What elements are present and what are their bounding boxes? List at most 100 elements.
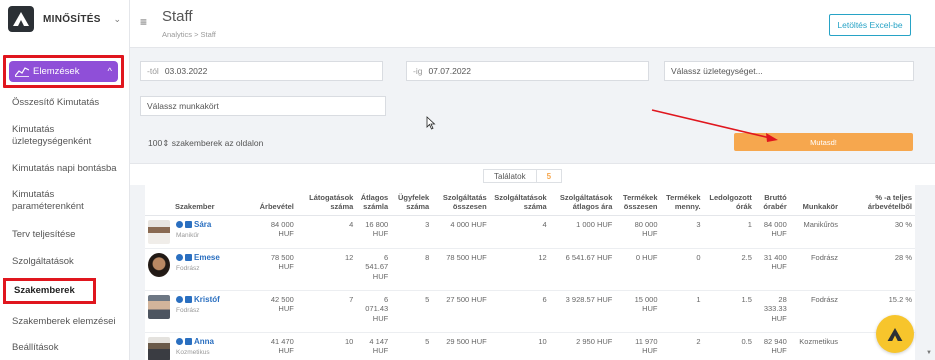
logo-icon: [887, 327, 903, 341]
sidebar-item-napi[interactable]: Kimutatás napi bontásba: [12, 163, 124, 175]
cell: 0 HUF: [615, 248, 661, 291]
cell: 4 000 HUF: [432, 215, 490, 249]
scroll-down-arrow[interactable]: ▼: [926, 350, 932, 356]
cell: 31 400 HUF: [754, 248, 790, 291]
unit-select[interactable]: Válassz üzletegységet...: [664, 61, 914, 81]
cell: 84 000 HUF: [754, 215, 790, 249]
main-content: ≡ Staff Analytics > Staff Letöltés Excel…: [130, 0, 935, 360]
stepper-icon: ⇕: [162, 138, 170, 148]
avatar: [148, 252, 170, 277]
info-icon[interactable]: [176, 295, 183, 303]
cell: 16 800 HUF: [356, 215, 392, 249]
sidebar-item-terv[interactable]: Terv teljesítése: [12, 229, 124, 241]
info-icon[interactable]: [176, 220, 183, 228]
table-row: Sára Manikűr 84 000 HUF 4 16 800 HUF 3 4…: [145, 215, 915, 249]
help-fab-button[interactable]: [876, 315, 914, 353]
card-icon[interactable]: [185, 253, 192, 261]
nav-group-elemzesek[interactable]: Elemzések ^: [3, 55, 124, 88]
card-icon[interactable]: [185, 220, 192, 228]
card-icon[interactable]: [185, 295, 192, 303]
staff-role: Kozmetikus: [176, 349, 210, 356]
cell: 2.5: [703, 248, 755, 291]
staff-name-link[interactable]: Sára: [176, 220, 211, 230]
sidebar-item-szakemberek[interactable]: Szakemberek: [3, 278, 96, 304]
results-bar: Találatok 5: [130, 163, 935, 185]
cell: 29 500 HUF: [432, 332, 490, 360]
card-icon[interactable]: [185, 337, 192, 345]
show-button[interactable]: Mutasd!: [734, 133, 913, 151]
cell: 12: [296, 248, 357, 291]
cell: 80 000 HUF: [615, 215, 661, 249]
cell: Kozmetikus: [789, 332, 842, 360]
cell: 5: [391, 290, 433, 333]
col-header[interactable]: Szolgáltatás összesen: [432, 185, 490, 216]
col-header[interactable]: Szolgáltatások száma: [489, 185, 550, 216]
cell: 12: [489, 248, 550, 291]
staff-name-link[interactable]: Emese: [176, 253, 220, 263]
per-page-value: 100: [148, 138, 163, 148]
per-page-selector[interactable]: 100⇕ szakemberek az oldalon: [148, 138, 263, 149]
cell: 28 %: [841, 248, 915, 291]
cell: 0.5: [703, 332, 755, 360]
col-header[interactable]: Átlagos számla: [356, 185, 392, 216]
chevron-up-icon: ^: [107, 66, 112, 77]
unit-select-placeholder: Válassz üzletegységet...: [671, 66, 763, 76]
date-to-value: 07.07.2022: [428, 66, 471, 76]
topbar: ≡ Staff Analytics > Staff Letöltés Excel…: [130, 0, 935, 48]
col-header[interactable]: Bruttó órabér: [754, 185, 790, 216]
cursor-icon: [426, 116, 436, 130]
cell: 0: [660, 248, 704, 291]
col-header[interactable]: Termékek összesen: [615, 185, 661, 216]
sidebar-item-uzletegyseg[interactable]: Kimutatás üzletegységenként: [12, 124, 112, 148]
cell: 82 940 HUF: [754, 332, 790, 360]
sidebar-item-beallitasok[interactable]: Beállítások: [12, 342, 124, 354]
date-from-value: 03.03.2022: [164, 66, 208, 76]
logo-icon: [8, 6, 34, 32]
info-icon[interactable]: [176, 253, 183, 261]
col-header[interactable]: Termékek menny.: [660, 185, 704, 216]
cell: 78 500 HUF: [432, 248, 490, 291]
cell: Fodrász: [789, 248, 842, 291]
cell: 1 000 HUF: [549, 215, 616, 249]
col-header[interactable]: Munkakör: [789, 185, 842, 216]
sidebar-item-szakember-elemzes[interactable]: Szakemberek elemzései: [12, 316, 124, 328]
page-title: Staff: [162, 8, 193, 25]
cell: 11 970 HUF: [615, 332, 661, 360]
cell: 3: [391, 215, 433, 249]
sidebar-item-szolgaltatasok[interactable]: Szolgáltatások: [12, 256, 124, 268]
col-header[interactable]: Szolgáltatások átlagos ára: [549, 185, 616, 216]
job-select[interactable]: Válassz munkakört: [140, 96, 386, 116]
cell: 4: [489, 215, 550, 249]
per-page-label: szakemberek az oldalon: [171, 138, 264, 148]
cell: 41 470 HUF: [251, 332, 297, 360]
cell: 1.5: [703, 290, 755, 333]
chart-icon: [15, 66, 29, 77]
col-header[interactable]: Ledolgozott órák: [703, 185, 755, 216]
cell: Fodrász: [789, 290, 842, 333]
cell: 3 928.57 HUF: [549, 290, 616, 333]
date-from-field[interactable]: -tól 03.03.2022: [140, 61, 383, 81]
cell: 4: [296, 215, 357, 249]
export-excel-button[interactable]: Letöltés Excel-be: [829, 14, 911, 36]
col-header[interactable]: Ügyfelek száma: [391, 185, 433, 216]
date-to-prefix: -ig: [413, 66, 423, 76]
hamburger-icon[interactable]: ≡: [140, 15, 147, 29]
col-header[interactable]: Árbevétel: [251, 185, 297, 216]
chevron-down-icon: ⌄: [113, 13, 121, 24]
sidebar-item-label: Szakemberek: [14, 285, 75, 296]
staff-name-link[interactable]: Anna: [176, 337, 214, 347]
col-header[interactable]: Látogatások száma: [296, 185, 357, 216]
brand-switcher[interactable]: MINŐSÍTÉS ⌄: [0, 0, 129, 38]
info-icon[interactable]: [176, 337, 183, 345]
nav-group-label: Elemzések: [33, 66, 80, 77]
sidebar-item-osszesito[interactable]: Összesítő Kimutatás: [12, 97, 124, 109]
staff-name-link[interactable]: Kristóf: [176, 295, 220, 305]
sidebar-item-parameter[interactable]: Kimutatás paraméterenként: [12, 189, 92, 213]
brand-name: MINŐSÍTÉS: [43, 13, 101, 25]
staff-role: Manikűr: [176, 232, 200, 239]
date-to-field[interactable]: -ig 07.07.2022: [406, 61, 649, 81]
col-header[interactable]: % -a teljes árbevételből: [841, 185, 915, 216]
col-header[interactable]: Szakember: [145, 185, 252, 216]
job-select-placeholder: Válassz munkakört: [147, 101, 219, 111]
cell: 7: [296, 290, 357, 333]
